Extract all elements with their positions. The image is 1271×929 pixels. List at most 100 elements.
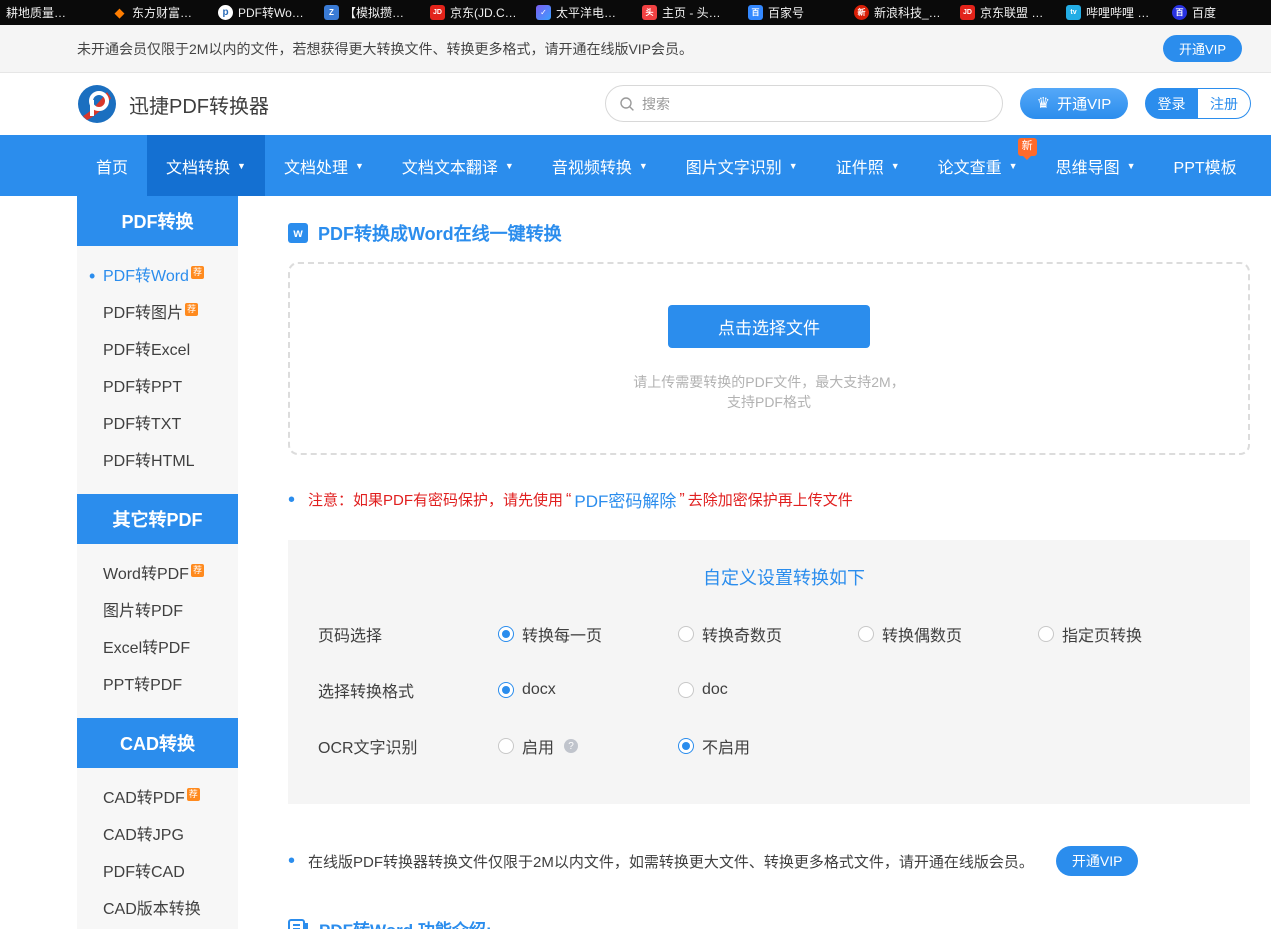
sidebar-item-excel-to-pdf[interactable]: Excel转PDF: [77, 630, 238, 667]
upload-hint-line2: 支持PDF格式: [633, 392, 904, 412]
browser-tab[interactable]: 新 新浪科技_…: [848, 0, 954, 25]
feature-intro-heading: PDF转Word 功能介绍:: [288, 916, 1250, 929]
nav-item-doc-convert[interactable]: 文档转换 ▼: [147, 135, 265, 196]
radio-convert-every-page[interactable]: 转换每一页: [498, 622, 678, 646]
sidebar-item-pdf-to-image[interactable]: PDF转图片荐: [77, 295, 238, 332]
nav-item-mindmap[interactable]: 思维导图 ▼: [1037, 135, 1155, 196]
radio-checked-icon[interactable]: [498, 626, 514, 642]
sidebar-item-word-to-pdf[interactable]: Word转PDF荐: [77, 556, 238, 593]
upload-dropzone[interactable]: 点击选择文件 请上传需要转换的PDF文件，最大支持2M， 支持PDF格式: [288, 262, 1250, 455]
browser-tab[interactable]: p PDF转Wo…: [212, 0, 318, 25]
radio-unchecked-icon[interactable]: [858, 626, 874, 642]
sidebar-item-ppt-to-pdf[interactable]: PPT转PDF: [77, 667, 238, 704]
sidebar-item-pdf-to-word[interactable]: • PDF转Word荐: [77, 258, 238, 295]
sidebar-item-cad-to-pdf[interactable]: CAD转PDF荐: [77, 780, 238, 817]
search-box[interactable]: [605, 85, 1003, 122]
vip-limit-note: • 在线版PDF转换器转换文件仅限于2M以内文件，如需转换更大文件、转换更多格式…: [288, 846, 1250, 876]
nav-item-doc-translate[interactable]: 文档文本翻译 ▼: [383, 135, 533, 196]
open-vip-button[interactable]: 开通VIP: [1056, 846, 1139, 876]
radio-ocr-enable[interactable]: 启用 ?: [498, 734, 678, 758]
browser-tab[interactable]: ◆ 东方财富…: [106, 0, 212, 25]
radio-unchecked-icon[interactable]: [498, 738, 514, 754]
tab-title: 太平洋电…: [556, 4, 616, 21]
feature-intro-title: PDF转Word 功能介绍:: [319, 916, 492, 929]
sidebar-item-label: PDF转HTML: [103, 453, 195, 470]
radio-label: 转换偶数页: [882, 622, 962, 646]
browser-tab[interactable]: tv 哔哩哔哩 …: [1060, 0, 1166, 25]
browser-tab[interactable]: JD 京东联盟 …: [954, 0, 1060, 25]
select-file-button[interactable]: 点击选择文件: [668, 305, 870, 348]
nav-item-client[interactable]: 客户端 ▼: [1256, 135, 1271, 196]
nav-item-id-photo[interactable]: 证件照 ▼: [817, 135, 919, 196]
sidebar-item-label: PDF转PPT: [103, 379, 182, 396]
browser-tab[interactable]: 头 主页 - 头…: [636, 0, 742, 25]
tab-title: 哔哩哔哩 …: [1086, 4, 1149, 21]
sidebar-item-cad-to-jpg[interactable]: CAD转JPG: [77, 817, 238, 854]
tab-title: 主页 - 头…: [662, 4, 721, 21]
sidebar-item-pdf-to-txt[interactable]: PDF转TXT: [77, 406, 238, 443]
radio-label: 启用: [522, 734, 554, 758]
browser-tab[interactable]: ✓ 太平洋电…: [530, 0, 636, 25]
browser-tab[interactable]: JD 京东(JD.C…: [424, 0, 530, 25]
search-input[interactable]: [642, 96, 1002, 112]
register-button[interactable]: 注册: [1198, 88, 1251, 119]
tab-title: PDF转Wo…: [238, 4, 304, 21]
recommend-badge-icon: 荐: [187, 788, 200, 801]
sidebar-item-label: PDF转Word: [103, 268, 189, 285]
help-icon[interactable]: ?: [564, 739, 578, 753]
site-name: 迅捷PDF转换器: [129, 90, 269, 119]
chevron-down-icon: ▼: [237, 161, 246, 171]
radio-checked-icon[interactable]: [498, 682, 514, 698]
chevron-down-icon: ▼: [891, 161, 900, 171]
nav-label: 文档处理: [284, 154, 348, 178]
nav-item-home[interactable]: 首页: [77, 135, 147, 196]
pdf-password-remove-link[interactable]: PDF密码解除: [574, 487, 676, 512]
radio-convert-even-pages[interactable]: 转换偶数页: [858, 622, 1038, 646]
browser-tab[interactable]: 百 百度: [1166, 0, 1271, 25]
login-button[interactable]: 登录: [1145, 88, 1198, 119]
new-badge: 新: [1018, 138, 1037, 156]
password-notice: • 注意：如果PDF有密码保护，请先使用 “ PDF密码解除 ” 去除加密保护再…: [288, 487, 1250, 512]
browser-tab[interactable]: Z 【模拟攒…: [318, 0, 424, 25]
radio-unchecked-icon[interactable]: [678, 626, 694, 642]
jd-union-favicon-icon: JD: [960, 5, 975, 20]
browser-tab[interactable]: 百 百家号: [742, 0, 848, 25]
radio-unchecked-icon[interactable]: [678, 682, 694, 698]
radio-convert-specified-pages[interactable]: 指定页转换: [1038, 622, 1218, 646]
site-logo[interactable]: 迅捷PDF转换器: [77, 84, 269, 124]
header-open-vip-button[interactable]: ♛ 开通VIP: [1020, 88, 1128, 119]
tab-title: 京东(JD.C…: [450, 4, 517, 21]
jd-favicon-icon: JD: [430, 5, 445, 20]
radio-convert-odd-pages[interactable]: 转换奇数页: [678, 622, 858, 646]
sidebar-item-pdf-to-excel[interactable]: PDF转Excel: [77, 332, 238, 369]
radio-checked-icon[interactable]: [678, 738, 694, 754]
nav-item-ocr[interactable]: 图片文字识别 ▼: [667, 135, 817, 196]
sidebar-item-label: 图片转PDF: [103, 603, 183, 620]
password-notice-prefix: 注意：如果PDF有密码保护，请先使用: [308, 489, 563, 510]
radio-label: doc: [702, 681, 728, 699]
sidebar-item-image-to-pdf[interactable]: 图片转PDF: [77, 593, 238, 630]
pacific-favicon-icon: ✓: [536, 5, 551, 20]
radio-unchecked-icon[interactable]: [1038, 626, 1054, 642]
radio-format-docx[interactable]: docx: [498, 681, 678, 699]
radio-ocr-disable[interactable]: 不启用: [678, 734, 858, 758]
sidebar-item-pdf-to-ppt[interactable]: PDF转PPT: [77, 369, 238, 406]
quote-close: ”: [679, 491, 684, 509]
radio-format-doc[interactable]: doc: [678, 681, 858, 699]
sidebar-item-pdf-to-cad[interactable]: PDF转CAD: [77, 854, 238, 891]
nav-item-paper-check[interactable]: 论文查重 ▼ 新: [919, 135, 1037, 196]
bullet-icon: •: [288, 851, 295, 871]
browser-tab[interactable]: 耕地质量…: [0, 0, 106, 25]
nav-item-av-convert[interactable]: 音视频转换 ▼: [533, 135, 667, 196]
settings-title: 自定义设置转换如下: [318, 564, 1250, 590]
sidebar-item-cad-version-convert[interactable]: CAD版本转换: [77, 891, 238, 928]
nav-label: 证件照: [836, 154, 884, 178]
nav-label: 音视频转换: [552, 154, 632, 178]
sidebar-item-label: PDF转图片: [103, 305, 183, 322]
nav-item-doc-process[interactable]: 文档处理 ▼: [265, 135, 383, 196]
baidu-favicon-icon: 百: [1172, 5, 1187, 20]
sidebar-item-label: CAD版本转换: [103, 901, 201, 918]
nav-item-ppt-template[interactable]: PPT模板: [1155, 135, 1256, 196]
open-vip-button[interactable]: 开通VIP: [1163, 35, 1242, 62]
sidebar-item-pdf-to-html[interactable]: PDF转HTML: [77, 443, 238, 480]
